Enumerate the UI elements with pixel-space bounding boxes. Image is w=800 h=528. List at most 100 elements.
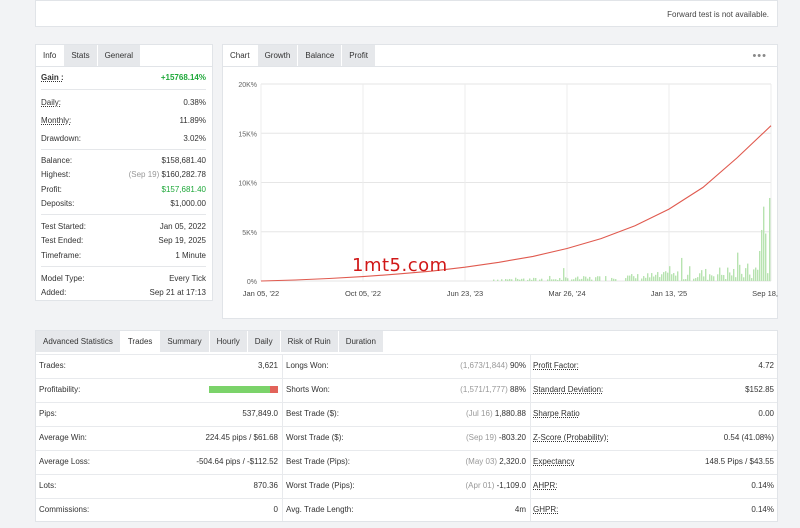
tab-stats[interactable]: Stats	[64, 45, 98, 66]
volume-bar	[755, 267, 757, 281]
volume-bar	[625, 278, 627, 281]
volume-bar	[697, 277, 699, 281]
stat-value: 4.72	[758, 361, 774, 370]
test-ended-value: Sep 19, 2025	[158, 236, 206, 245]
test-ended-row: Test Ended: Sep 19, 2025	[41, 235, 206, 247]
volume-bar	[747, 263, 749, 281]
volume-bar	[753, 269, 755, 281]
drawdown-label: Drawdown:	[41, 134, 82, 143]
volume-bar	[631, 274, 633, 281]
tab-daily[interactable]: Daily	[247, 331, 281, 352]
volume-bar	[577, 276, 579, 281]
profitability-loss	[270, 386, 278, 393]
volume-bar	[635, 278, 637, 281]
volume-bar	[591, 279, 593, 281]
volume-bar	[681, 257, 683, 281]
monthly-label: Monthly:	[41, 116, 72, 125]
tab-trades[interactable]: Trades	[120, 331, 161, 352]
volume-bar	[629, 275, 631, 281]
volume-bar	[661, 274, 663, 281]
balance-label: Balance:	[41, 156, 73, 165]
volume-bar	[511, 279, 513, 281]
profitability-bar	[209, 386, 278, 393]
stat-note: (Apr 01)	[465, 481, 495, 490]
balance-row: Balance: $158,681.40	[41, 155, 206, 167]
tabs-divider	[36, 66, 212, 67]
volume-bar	[665, 271, 667, 281]
volume-bar	[553, 279, 555, 281]
table-row: Average Win: 224.45 pips / $61.68 Worst Tr…	[36, 426, 777, 449]
stat-value: 88%	[509, 385, 526, 394]
divider	[41, 214, 206, 215]
volume-bar	[769, 197, 771, 281]
monthly-value: 11.89%	[179, 116, 206, 125]
tab-summary[interactable]: Summary	[160, 331, 210, 352]
chart-panel: Chart Growth Balance Profit ••• 20K% 15K%…	[222, 44, 779, 319]
stat-value: -1,109.0	[496, 481, 526, 490]
x-tick-label: Jan 05, '22	[243, 289, 279, 298]
stat-note: (May 03)	[465, 457, 498, 466]
profit-value: $157,681.40	[161, 185, 207, 194]
model-type-label: Model Type:	[41, 274, 85, 283]
tab-hourly[interactable]: Hourly	[209, 331, 248, 352]
stat-value: -504.64 pips / -$112.52	[196, 457, 278, 466]
test-started-row: Test Started: Jan 05, 2022	[41, 221, 206, 233]
stat-value: 2,320.0	[499, 457, 526, 466]
stat-note: (Sep 19)	[465, 433, 497, 442]
stat-value: 224.45 pips / $61.68	[205, 433, 278, 442]
table-row: Lots: 870.36 Worst Trade (Pips): (Apr 01) -…	[36, 474, 777, 497]
volume-bar	[641, 278, 643, 281]
volume-bar	[741, 273, 743, 281]
deposits-value: $1,000.00	[170, 199, 206, 208]
forward-test-panel: Forward test is not available.	[35, 0, 778, 27]
gain-row: Gain : +15768.14%	[41, 72, 206, 84]
volume-bar	[535, 277, 537, 281]
stat-value-group: (May 03) 2,320.0	[386, 451, 527, 473]
y-tick-label: 20K%	[238, 82, 257, 89]
column-divider	[530, 354, 531, 521]
volume-bar	[663, 272, 665, 281]
stat-value: 0.54 (41.08%)	[723, 433, 774, 442]
volume-bar	[633, 276, 635, 281]
volume-bar	[645, 277, 647, 281]
volume-bar	[767, 273, 769, 281]
highest-value: $160,282.78	[161, 170, 207, 179]
tab-info[interactable]: Info	[36, 45, 65, 66]
volume-bar	[497, 279, 499, 281]
stat-label: Average Loss:	[39, 457, 90, 466]
volume-bar	[599, 276, 601, 281]
volume-bar	[765, 233, 767, 281]
tab-advanced-statistics[interactable]: Advanced Statistics	[36, 331, 121, 352]
stat-value: 0	[273, 505, 278, 514]
stat-label: Profit Factor:	[533, 361, 579, 370]
stat-label: Worst Trade ($):	[286, 433, 344, 442]
timeframe-value: 1 Minute	[175, 251, 206, 260]
volume-bar	[763, 206, 765, 281]
volume-bar	[701, 270, 703, 281]
volume-bar	[493, 279, 495, 281]
stat-value-group: (Apr 01) -1,109.0	[386, 475, 527, 497]
volume-bar	[589, 276, 591, 281]
added-row: Added: Sep 21 at 17:13	[41, 287, 206, 299]
stat-label: Standard Deviation:	[533, 385, 604, 394]
added-label: Added:	[41, 288, 67, 297]
volume-bar	[515, 277, 517, 281]
volume-bar	[505, 279, 507, 281]
watermark: 1mt5.com	[352, 255, 448, 276]
volume-bar	[519, 279, 521, 281]
stat-value: $152.85	[745, 385, 774, 394]
stat-value: 0.00	[758, 409, 774, 418]
volume-bar	[711, 275, 713, 281]
highest-row: Highest: (Sep 19) $160,282.78	[41, 169, 206, 181]
timeframe-row: Timeframe: 1 Minute	[41, 250, 206, 262]
x-tick-label: Jan 13, '25	[651, 289, 687, 298]
tab-general[interactable]: General	[97, 45, 142, 66]
test-ended-label: Test Ended:	[41, 236, 84, 245]
column-divider	[282, 354, 283, 521]
volume-bar	[605, 276, 607, 281]
volume-bar	[541, 278, 543, 281]
volume-bar	[517, 278, 519, 281]
daily-label: Daily:	[41, 98, 62, 107]
tab-duration[interactable]: Duration	[338, 331, 384, 352]
tab-risk-of-ruin[interactable]: Risk of Ruin	[280, 331, 339, 352]
